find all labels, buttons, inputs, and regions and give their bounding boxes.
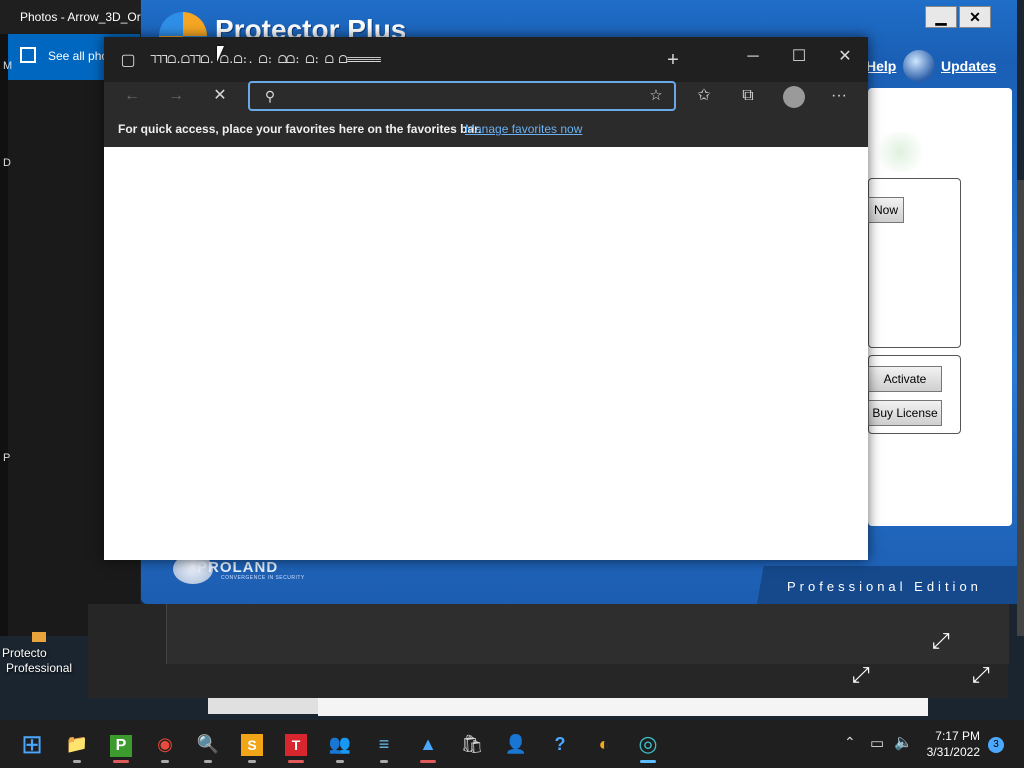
mouse-cursor-icon [217,46,224,62]
minimize-button[interactable]: ▁ [925,6,957,28]
taskbar-store[interactable]: 🛍 [454,724,490,764]
proland-brand: PROLAND [197,559,279,576]
desktop-icon-image [32,632,46,642]
taskbar-app-t[interactable]: T [278,724,314,764]
clock-date: 3/31/2022 [926,745,980,759]
add-favorite-icon[interactable]: ☆ [642,82,670,110]
side-letter-d: D [3,157,11,169]
stop-loading-icon[interactable]: ✕ [206,82,234,110]
notification-badge[interactable]: 3 [988,737,1004,753]
forward-icon[interactable]: → [162,82,190,110]
activate-button[interactable]: Activate [868,366,942,392]
network-icon[interactable]: ▭ [870,734,884,752]
address-bar[interactable]: ⚲ ☆ [248,81,676,111]
show-hidden-icons-chevron-icon[interactable]: ⌃ [844,734,856,751]
close-icon[interactable]: ✕ [831,43,859,71]
photos-title: Photos - Arrow_3D_Or [20,10,141,24]
background-window-2 [166,604,1009,664]
maximize-icon[interactable]: ☐ [785,43,813,71]
taskbar-help[interactable]: ? [542,724,578,764]
protector-p-icon: P [110,735,132,757]
taskbar-chrome[interactable]: ◉ [147,724,183,764]
address-input[interactable] [286,85,640,109]
taskbar-protector-p[interactable]: P [103,724,139,764]
taskbar-people-2[interactable]: 👤 [498,724,534,764]
desktop-icon-label-1: Protecto [2,646,47,660]
folder-icon: 📁 [65,734,89,754]
edge-browser-window: ▢ ᒣᒣᒣᗝ.ᗝᒣᒣᗝ. ᗝ.ᗝ:. ᗝ: ᗝᗝ: ᗝ: ᗝ ᗝ≡≡≡≡≡≡ +… [104,37,868,560]
people-icon: 👥 [328,734,352,754]
taskbar-protector-tray[interactable]: ◐ [586,724,622,764]
search-icon: ⚲ [264,88,276,104]
start-button[interactable]: ⊞ [14,724,50,764]
buy-license-button[interactable]: Buy License [868,400,942,426]
faded-status-icon [872,132,928,172]
taskbar-clock[interactable]: 7:17 PM 3/31/2022 [920,728,980,760]
taskbar-notepad[interactable]: ≡ [366,724,402,764]
desktop-icon-label-2: Professional [6,661,73,675]
control-panel-icon: 🔍 [196,734,220,754]
edition-label: Professional Edition [787,579,982,594]
taskbar-people[interactable]: 👥 [322,724,358,764]
taskbar-control-panel[interactable]: 🔍 [190,724,226,764]
update-now-button[interactable]: Now [868,197,904,223]
expand-icon[interactable]: ⤢ [852,662,870,688]
manage-favorites-link[interactable]: Manage favorites now [465,122,582,136]
protector-tray-icon: ◐ [598,734,610,754]
person-icon: 👤 [504,734,528,754]
edge-icon: ◎ [638,731,658,756]
collections-icon[interactable]: ⧉ [734,82,762,110]
new-tab-button[interactable]: + [659,46,687,74]
taskbar-file-explorer[interactable]: 📁 [59,724,95,764]
taskbar-app-s[interactable]: S [234,724,270,764]
taskbar-photos[interactable]: ▲ [410,724,446,764]
background-window-4 [318,698,928,716]
help-link[interactable]: Help [866,58,896,74]
expand-icon[interactable]: ⤢ [932,628,950,654]
windows-icon: ⊞ [21,729,43,759]
page-content[interactable] [104,147,868,560]
globe-icon[interactable] [903,50,935,82]
favorites-bar-text: For quick access, place your favorites h… [118,122,482,136]
photos-edge [0,34,8,636]
app-s-icon: S [241,734,263,756]
updates-link[interactable]: Updates [941,58,996,74]
tab-actions-icon[interactable]: ▢ [114,47,142,75]
app-t-icon: T [285,734,307,756]
photos-icon: ▲ [419,734,437,754]
side-letter-m: M [3,60,13,72]
taskbar-edge[interactable]: ◎ [630,724,666,764]
profile-avatar[interactable] [783,86,805,108]
right-edge-strip [1017,180,1024,636]
volume-icon[interactable]: 🔈 [894,733,913,751]
store-icon: 🛍 [460,734,484,754]
status-panel: Now Activate Buy License [868,88,1012,526]
see-all-label: See all pho [48,49,109,63]
photo-icon [20,47,36,63]
more-menu-icon[interactable]: ··· [825,82,853,110]
desktop-icon-protector[interactable]: Protecto Professional [2,632,73,676]
notepad-icon: ≡ [378,734,390,754]
back-icon[interactable]: ← [118,82,146,110]
favorites-icon[interactable]: ✩ [690,82,718,110]
side-letter-p: P [3,452,11,464]
proland-tagline: CONVERGENCE IN SECURITY [221,575,305,581]
close-button[interactable]: ✕ [959,6,991,28]
help-icon: ? [554,734,566,754]
chrome-icon: ◉ [157,734,173,754]
clock-time: 7:17 PM [935,729,980,743]
expand-icon[interactable]: ⤢ [972,662,990,688]
minimize-icon[interactable]: ─ [739,43,767,71]
